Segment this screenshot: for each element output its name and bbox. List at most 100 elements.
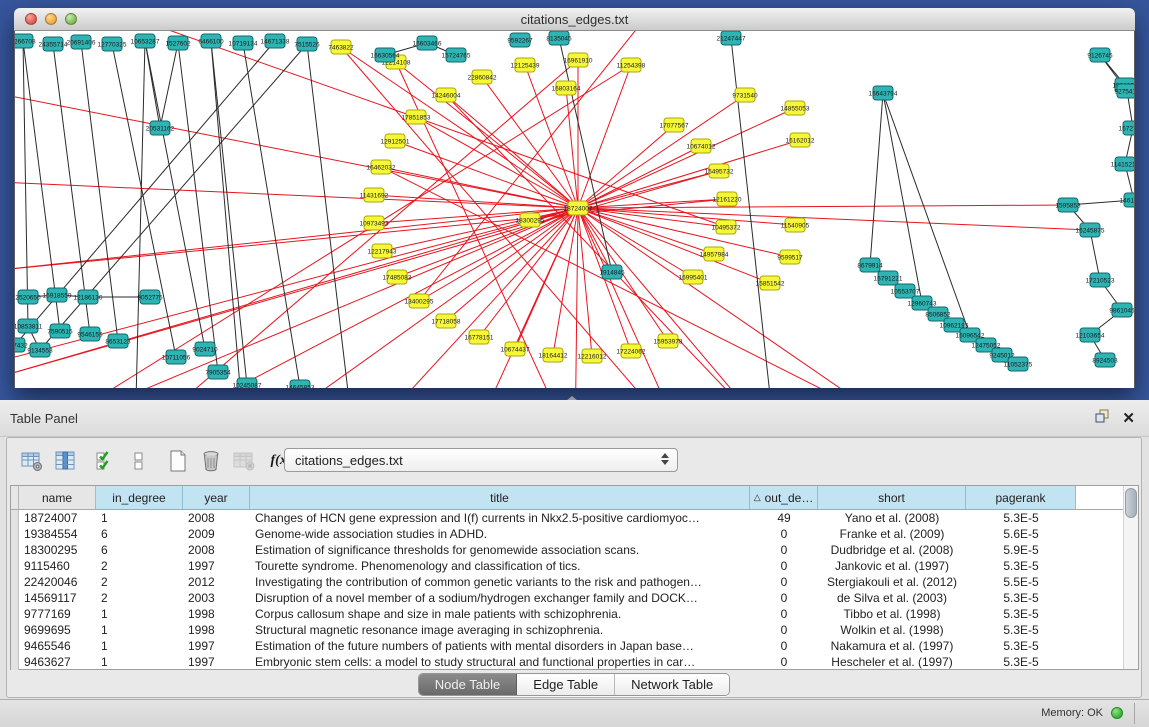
- cell-out_degree[interactable]: 0: [750, 590, 818, 606]
- cell-in_degree[interactable]: 1: [96, 510, 183, 526]
- graph-node[interactable]: 7905354: [205, 365, 231, 379]
- graph-node[interactable]: 2520650: [15, 290, 41, 304]
- table-row[interactable]: 946554611997Estimation of the future num…: [11, 638, 1138, 654]
- cell-out_degree[interactable]: 0: [750, 606, 818, 622]
- table-row[interactable]: 1938455462009Genome-wide association stu…: [11, 526, 1138, 542]
- cell-in_degree[interactable]: 1: [96, 606, 183, 622]
- graph-node[interactable]: 14855053: [781, 101, 810, 115]
- graph-node[interactable]: 22860842: [468, 70, 497, 84]
- graph-node[interactable]: 8924503: [1092, 353, 1118, 367]
- graph-edge[interactable]: [575, 208, 578, 388]
- graph-node[interactable]: 18164412: [539, 348, 568, 362]
- cell-year[interactable]: 1998: [183, 606, 250, 622]
- graph-node[interactable]: 12217943: [368, 244, 397, 258]
- cell-year[interactable]: 1997: [183, 638, 250, 654]
- graph-edge[interactable]: [243, 43, 300, 387]
- select-all-icon[interactable]: [93, 448, 119, 474]
- cell-pagerank[interactable]: 5.3E-5: [966, 510, 1076, 526]
- graph-node[interactable]: 9052775: [137, 290, 163, 304]
- column-header-short[interactable]: short: [818, 486, 966, 509]
- cell-in_degree[interactable]: 1: [96, 622, 183, 638]
- graph-node[interactable]: 1595853: [1055, 198, 1081, 212]
- clear-selection-icon[interactable]: [126, 448, 152, 474]
- cell-title[interactable]: Genome-wide association studies in ADHD.: [250, 526, 750, 542]
- graph-node[interactable]: 16803164: [552, 81, 581, 95]
- cell-out_degree[interactable]: 0: [750, 574, 818, 590]
- graph-node[interactable]: 14246004: [432, 88, 461, 102]
- cell-name[interactable]: 22420046: [19, 574, 96, 590]
- graph-edge[interactable]: [15, 199, 727, 271]
- column-header-in_degree[interactable]: in_degree: [96, 486, 183, 509]
- scrollbar-thumb[interactable]: [1125, 488, 1137, 518]
- graph-node[interactable]: 17210523: [1086, 273, 1115, 287]
- graph-node[interactable]: 9592267: [507, 33, 533, 47]
- cell-name[interactable]: 19384554: [19, 526, 96, 542]
- graph-node[interactable]: 16245875: [1076, 223, 1105, 237]
- table-row[interactable]: 977716911998Corpus callosum shape and si…: [11, 606, 1138, 622]
- cell-out_degree[interactable]: 0: [750, 542, 818, 558]
- graph-node[interactable]: 1527602: [165, 36, 191, 50]
- graph-node[interactable]: 12103654: [1076, 328, 1105, 342]
- cell-title[interactable]: Structural magnetic resonance image aver…: [250, 622, 750, 638]
- cell-title[interactable]: Corpus callosum shape and size in male p…: [250, 606, 750, 622]
- graph-node[interactable]: 17224062: [617, 344, 646, 358]
- column-header-strip[interactable]: [11, 486, 19, 509]
- memory-ok-indicator[interactable]: [1111, 707, 1123, 719]
- table-row[interactable]: 969969511998Structural magnetic resonanc…: [11, 622, 1138, 638]
- column-header-title[interactable]: title: [250, 486, 750, 509]
- graph-edge[interactable]: [135, 60, 578, 388]
- graph-edge[interactable]: [160, 43, 178, 128]
- graph-edge[interactable]: [578, 95, 745, 208]
- cell-short[interactable]: Yano et al. (2008): [818, 510, 966, 526]
- cell-short[interactable]: Jankovic et al. (1997): [818, 558, 966, 574]
- table-row[interactable]: 1830029562008Estimation of significance …: [11, 542, 1138, 558]
- window-titlebar[interactable]: citations_edges.txt: [14, 8, 1135, 31]
- cell-out_degree[interactable]: 0: [750, 654, 818, 670]
- tab-node-table[interactable]: Node Table: [419, 674, 518, 695]
- graph-node[interactable]: 14957984: [700, 247, 729, 261]
- cell-name[interactable]: 18300295: [19, 542, 96, 558]
- graph-edge[interactable]: [15, 208, 578, 271]
- cell-name[interactable]: 18724007: [19, 510, 96, 526]
- graph-node[interactable]: 12912501: [381, 134, 410, 148]
- graph-edge[interactable]: [578, 65, 631, 208]
- graph-node[interactable]: 9731540: [732, 88, 758, 102]
- cell-in_degree[interactable]: 2: [96, 590, 183, 606]
- graph-node[interactable]: 14645853: [286, 380, 315, 388]
- graph-node[interactable]: 16995401: [679, 270, 708, 284]
- graph-node[interactable]: 11415212: [1111, 157, 1134, 171]
- tab-network-table[interactable]: Network Table: [615, 674, 729, 695]
- graph-edge[interactable]: [307, 44, 355, 388]
- graph-node[interactable]: 1467432: [15, 338, 28, 352]
- cell-name[interactable]: 9699695: [19, 622, 96, 638]
- graph-edge[interactable]: [211, 41, 247, 385]
- cell-title[interactable]: Tourette syndrome. Phenomenology and cla…: [250, 558, 750, 574]
- close-panel-icon[interactable]: ✕: [1122, 411, 1135, 426]
- cell-title[interactable]: Investigating the contribution of common…: [250, 574, 750, 590]
- column-header-out_degree[interactable]: △out_de…: [750, 486, 818, 509]
- zoom-window-icon[interactable]: [65, 13, 77, 25]
- cell-year[interactable]: 2008: [183, 510, 250, 526]
- close-window-icon[interactable]: [25, 13, 37, 25]
- graph-node[interactable]: 12161220: [713, 192, 742, 206]
- cell-short[interactable]: Nakamura et al. (1997): [818, 638, 966, 654]
- graph-node[interactable]: 9599517: [777, 250, 803, 264]
- graph-edge[interactable]: [578, 208, 1090, 230]
- graph-node[interactable]: 15724765: [442, 48, 471, 62]
- graph-node[interactable]: 11540905: [781, 218, 810, 232]
- graph-node[interactable]: 10853811: [15, 319, 43, 333]
- cell-pagerank[interactable]: 5.3E-5: [966, 654, 1076, 670]
- graph-node[interactable]: 16603466: [413, 36, 442, 50]
- table-row[interactable]: 1872400712008Changes of HCN gene express…: [11, 510, 1138, 526]
- graph-node[interactable]: 15851542: [756, 276, 785, 290]
- tab-edge-table[interactable]: Edge Table: [517, 674, 615, 695]
- graph-node[interactable]: 12186136: [74, 290, 103, 304]
- cell-short[interactable]: Wolkin et al. (1998): [818, 622, 966, 638]
- graph-node[interactable]: 9134553: [27, 343, 53, 357]
- table-selector-dropdown[interactable]: citations_edges.txt: [284, 448, 678, 472]
- table-row[interactable]: 1456911722003Disruption of a novel membe…: [11, 590, 1138, 606]
- cell-in_degree[interactable]: 2: [96, 574, 183, 590]
- cell-name[interactable]: 9463627: [19, 654, 96, 670]
- cell-title[interactable]: Changes of HCN gene expression and I(f) …: [250, 510, 750, 526]
- graph-node[interactable]: 6266708: [15, 34, 36, 48]
